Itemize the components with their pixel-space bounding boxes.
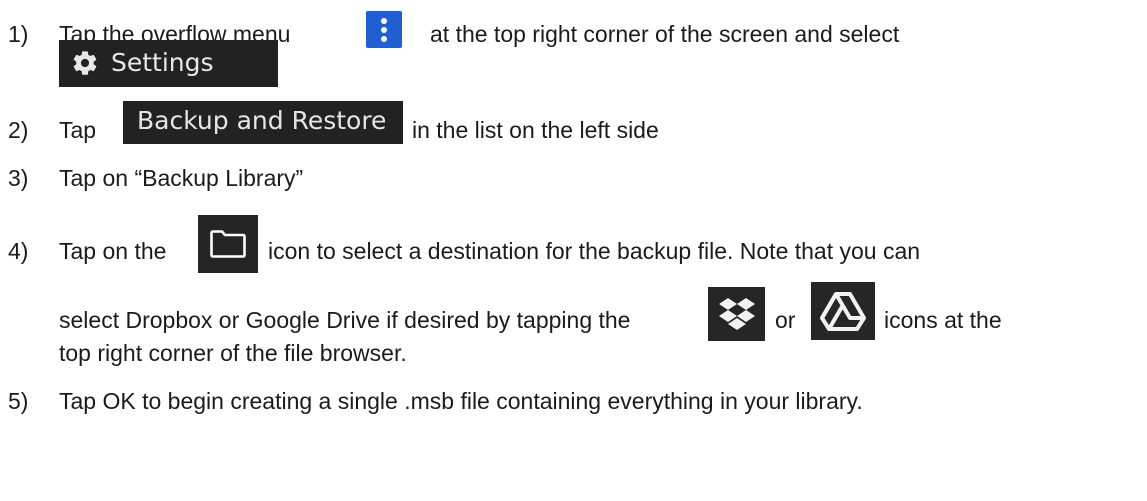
step-text: Tap on the: [59, 238, 167, 264]
gear-icon: [73, 51, 97, 75]
folder-icon: [198, 215, 258, 273]
step-4: 4) Tap on the icon to select a destinati…: [0, 237, 1147, 265]
dropbox-icon: [708, 287, 765, 341]
step-text: at the top right corner of the screen an…: [430, 21, 900, 47]
step-number: 2): [8, 117, 29, 143]
step-number: 3): [8, 165, 29, 191]
backup-and-restore-label: Backup and Restore: [137, 106, 387, 135]
step-4-line-2: select Dropbox or Google Drive if desire…: [0, 306, 1147, 334]
step-text: select Dropbox or Google Drive if desire…: [59, 307, 631, 333]
step-number: 1): [8, 21, 29, 47]
step-text: or: [775, 307, 796, 333]
step-text: Tap: [59, 117, 97, 143]
step-text: icons at the: [884, 307, 1002, 333]
step-text: Tap on “Backup Library”: [59, 165, 304, 191]
settings-menu-item: Settings: [59, 40, 278, 87]
overflow-menu-icon: [366, 11, 402, 48]
step-text: Tap OK to begin creating a single .msb f…: [59, 388, 863, 414]
google-drive-icon: [811, 282, 875, 340]
step-3: 3) Tap on “Backup Library”: [0, 164, 1147, 192]
step-text: top right corner of the file browser.: [59, 340, 407, 366]
step-5: 5) Tap OK to begin creating a single .ms…: [0, 387, 1147, 415]
backup-and-restore-item: Backup and Restore: [123, 101, 403, 144]
step-number: 5): [8, 388, 29, 414]
settings-label: Settings: [111, 48, 214, 77]
step-text: in the list on the left side: [412, 117, 659, 143]
step-4-line-3: top right corner of the file browser.: [0, 339, 1147, 367]
step-number: 4): [8, 238, 29, 264]
step-text: icon to select a destination for the bac…: [268, 238, 921, 264]
